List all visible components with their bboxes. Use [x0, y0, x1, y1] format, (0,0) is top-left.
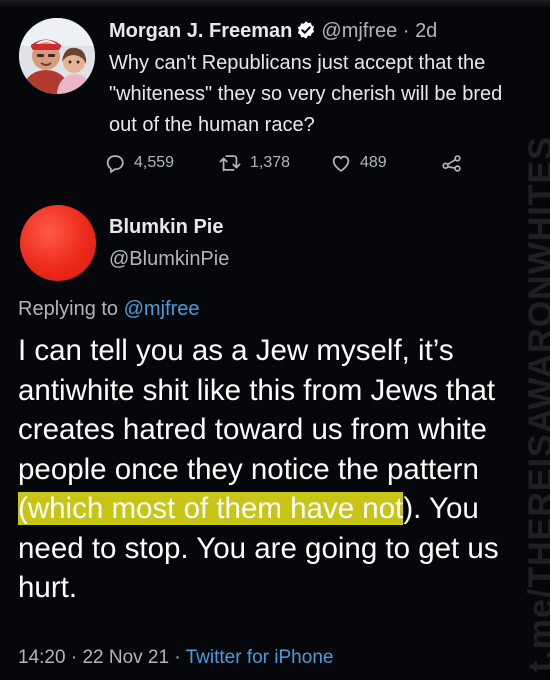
quoted-tweet-actions: 4,559 1,378 489	[104, 150, 464, 176]
retweet-count: 1,378	[250, 154, 291, 171]
quoted-tweet-text: Why can't Republicans just accept that t…	[109, 52, 503, 136]
reply-author-handle[interactable]: @BlumkinPie	[109, 248, 229, 271]
tweet-date[interactable]: 22 Nov 21	[82, 647, 169, 668]
tweet-meta: 14:20 · 22 Nov 21 · Twitter for iPhone	[18, 647, 333, 669]
like-count: 489	[360, 154, 387, 171]
meta-separator-1: ·	[70, 647, 78, 668]
highlighted-text: (which most of them have not	[18, 492, 404, 525]
header-separator: ·	[402, 20, 410, 42]
reply-text-part1: I can tell you as a Jew myself, it’s ant…	[18, 334, 496, 486]
tweet-time[interactable]: 14:20	[18, 647, 66, 668]
previous-content-edge	[0, 0, 550, 8]
retweet-button[interactable]: 1,378	[218, 152, 330, 174]
quoted-author-avatar[interactable]	[19, 18, 95, 94]
like-icon	[330, 152, 352, 174]
quoted-author-handle[interactable]: @mjfree	[321, 20, 397, 42]
like-button[interactable]: 489	[330, 152, 440, 174]
verified-badge-icon	[296, 20, 316, 46]
replying-to: Replying to @mjfree	[18, 298, 200, 321]
retweet-icon	[218, 152, 242, 174]
reply-count: 4,559	[134, 154, 175, 171]
reply-author-avatar[interactable]	[20, 205, 96, 281]
meta-separator-2: ·	[174, 647, 181, 668]
reply-icon	[104, 152, 126, 174]
replying-to-mention[interactable]: @mjfree	[124, 298, 200, 320]
reply-tweet-text: I can tell you as a Jew myself, it’s ant…	[18, 331, 538, 608]
replying-to-label: Replying to	[18, 298, 119, 320]
quoted-tweet-header: Morgan J. Freeman @mjfree · 2d	[109, 20, 437, 46]
quoted-author-name[interactable]: Morgan J. Freeman	[109, 20, 292, 42]
reply-button[interactable]: 4,559	[104, 152, 218, 174]
share-button[interactable]	[440, 152, 464, 174]
share-icon	[440, 152, 464, 174]
tweet-source[interactable]: Twitter for iPhone	[186, 647, 334, 668]
reply-author-name[interactable]: Blumkin Pie	[109, 216, 223, 239]
quoted-tweet-age[interactable]: 2d	[415, 20, 437, 42]
